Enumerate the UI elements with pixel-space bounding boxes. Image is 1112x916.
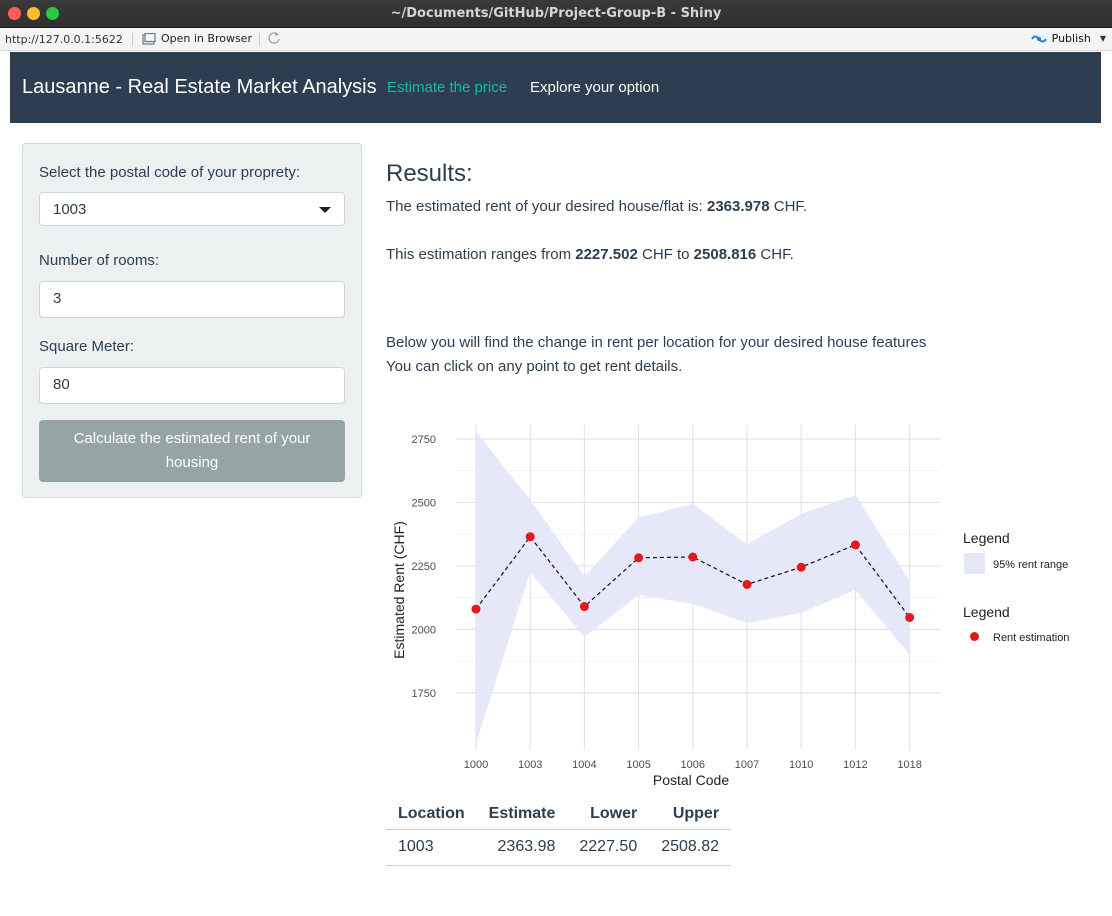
info-text-line1: Below you will find the change in rent p… xyxy=(386,334,927,351)
estimation-range-text: This estimation ranges from 2227.502 CHF… xyxy=(386,246,794,263)
column-header-estimate: Estimate xyxy=(476,800,568,830)
data-point[interactable] xyxy=(688,552,698,562)
rooms-label: Number of rooms: xyxy=(39,252,160,269)
legend-title-band: Legend xyxy=(963,530,1010,546)
legend-point-swatch xyxy=(970,632,979,641)
legend-band-swatch xyxy=(964,553,985,574)
cell-upper: 2508.82 xyxy=(649,829,732,866)
data-point[interactable] xyxy=(579,602,589,612)
data-point[interactable] xyxy=(796,562,806,572)
y-tick-label: 1750 xyxy=(412,688,436,700)
table-row: 1003 2363.98 2227.50 2508.82 xyxy=(386,829,732,866)
app-title: Lausanne - Real Estate Market Analysis xyxy=(22,76,377,98)
window-titlebar: ~/Documents/GitHub/Project-Group-B - Shi… xyxy=(0,0,1112,28)
square-meter-label: Square Meter: xyxy=(39,338,135,355)
info-text-line2: You can click on any point to get rent d… xyxy=(386,358,683,375)
data-point[interactable] xyxy=(471,604,481,614)
estimated-rent-prefix: The estimated rent of your desired house… xyxy=(386,198,707,215)
legend-title-points: Legend xyxy=(963,604,1010,620)
rent-by-location-chart[interactable]: 1750 2000 2250 2500 2750 1000 1003 1004 1005 1006… xyxy=(386,420,1096,795)
estimated-rent-value: 2363.978 xyxy=(707,198,770,215)
calculate-button-label-line1: Calculate the estimated rent of your xyxy=(73,430,311,447)
open-in-browser-button[interactable]: Open in Browser xyxy=(142,32,252,45)
tab-estimate-price[interactable]: Estimate the price xyxy=(387,79,507,96)
open-in-browser-label: Open in Browser xyxy=(161,32,252,45)
calculate-button-label-line2: housing xyxy=(165,454,219,471)
data-point[interactable] xyxy=(525,532,535,542)
square-meter-input[interactable]: 80 xyxy=(39,367,345,404)
data-point[interactable] xyxy=(634,553,644,563)
publish-button[interactable]: Publish ▼ xyxy=(1030,32,1106,45)
results-heading: Results: xyxy=(386,160,473,187)
dropdown-caret-icon xyxy=(319,207,331,213)
url-display[interactable]: http://127.0.0.1:5622 xyxy=(5,33,123,46)
data-point[interactable] xyxy=(742,579,752,589)
y-tick-label: 2500 xyxy=(412,497,436,509)
window-title: ~/Documents/GitHub/Project-Group-B - Shi… xyxy=(390,6,722,21)
cell-estimate: 2363.98 xyxy=(476,829,568,866)
chart-svg[interactable]: 1750 2000 2250 2500 2750 1000 1003 1004 1005 1006… xyxy=(386,420,1096,795)
results-table: Location Estimate Lower Upper 1003 2363.… xyxy=(386,800,732,866)
x-tick-label: 1005 xyxy=(626,759,650,771)
column-header-location: Location xyxy=(386,800,477,830)
range-high-value: 2508.816 xyxy=(693,246,757,263)
x-tick-label: 1006 xyxy=(681,759,705,771)
x-tick-label: 1000 xyxy=(464,759,488,771)
x-tick-label: 1007 xyxy=(735,759,759,771)
toolbar-divider xyxy=(259,33,260,46)
column-header-lower: Lower xyxy=(567,800,650,830)
range-mid: CHF to xyxy=(637,246,694,263)
cell-lower: 2227.50 xyxy=(567,829,650,866)
toolbar-divider xyxy=(132,33,133,46)
y-tick-label: 2750 xyxy=(412,434,436,446)
publish-icon xyxy=(1030,35,1047,42)
data-point[interactable] xyxy=(905,612,915,622)
table-header-row: Location Estimate Lower Upper xyxy=(386,800,732,830)
x-tick-label: 1004 xyxy=(572,759,596,771)
x-tick-label: 1012 xyxy=(843,759,867,771)
y-axis-title: Estimated Rent (CHF) xyxy=(391,521,407,659)
refresh-icon[interactable] xyxy=(266,31,282,47)
legend-point-label: Rent estimation xyxy=(993,632,1069,644)
x-tick-label: 1003 xyxy=(518,759,542,771)
rooms-input[interactable]: 3 xyxy=(39,281,345,318)
viewer-toolbar: http://127.0.0.1:5622 Open in Browser Pu… xyxy=(0,28,1112,51)
sidebar-panel: Select the postal code of your proprety:… xyxy=(22,143,362,498)
rooms-value: 3 xyxy=(53,290,62,307)
legend-band-label: 95% rent range xyxy=(993,559,1068,571)
browser-window-icon xyxy=(142,32,156,45)
range-low-value: 2227.502 xyxy=(575,246,638,263)
postal-code-label: Select the postal code of your proprety: xyxy=(39,164,300,181)
postal-code-value: 1003 xyxy=(53,201,87,218)
y-tick-label: 2250 xyxy=(412,561,436,573)
x-tick-label: 1018 xyxy=(897,759,921,771)
x-axis-title: Postal Code xyxy=(653,772,729,788)
range-prefix: This estimation ranges from xyxy=(386,246,576,263)
postal-code-select[interactable]: 1003 xyxy=(39,192,345,226)
y-tick-label: 2000 xyxy=(412,624,436,636)
x-tick-label: 1010 xyxy=(789,759,813,771)
calculate-rent-button[interactable]: Calculate the estimated rent of your hou… xyxy=(39,420,345,482)
estimated-rent-suffix: CHF. xyxy=(769,198,808,215)
estimated-rent-text: The estimated rent of your desired house… xyxy=(386,198,807,215)
app-navbar: Lausanne - Real Estate Market Analysis E… xyxy=(10,52,1101,123)
square-meter-value: 80 xyxy=(53,376,70,393)
column-header-upper: Upper xyxy=(649,800,732,830)
cell-location: 1003 xyxy=(386,829,477,866)
tab-explore-option[interactable]: Explore your option xyxy=(530,79,659,96)
chevron-down-icon: ▼ xyxy=(1099,34,1106,43)
range-suffix: CHF. xyxy=(756,246,794,263)
data-point[interactable] xyxy=(850,540,860,550)
publish-label: Publish xyxy=(1051,32,1091,45)
